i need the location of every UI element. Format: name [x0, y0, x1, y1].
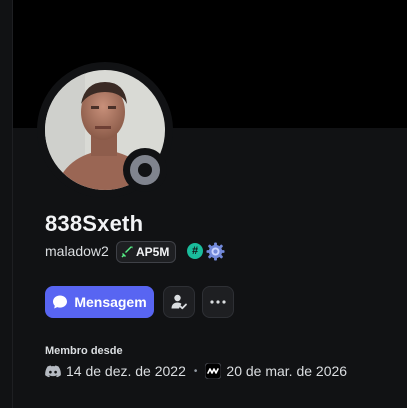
chat-bubble-icon	[52, 294, 68, 310]
server-member-date: 20 de mar. de 2026	[226, 363, 348, 379]
discord-logo-icon	[45, 365, 61, 378]
friend-action-button[interactable]	[163, 286, 195, 318]
hashtag-badge-icon[interactable]: #	[187, 243, 203, 259]
discord-member-date: 14 de dez. de 2022	[66, 363, 186, 379]
left-sidebar-strip	[0, 0, 13, 408]
message-button[interactable]: Mensagem	[45, 286, 154, 318]
message-button-label: Mensagem	[74, 294, 147, 310]
more-options-button[interactable]	[202, 286, 234, 318]
server-tag-label: AP5M	[136, 245, 170, 259]
avatar-container[interactable]	[37, 62, 173, 198]
gear-badge-icon[interactable]	[206, 242, 225, 261]
date-separator: •	[193, 365, 198, 377]
person-check-icon	[170, 293, 188, 311]
sword-icon	[121, 246, 133, 258]
member-since-heading: Membro desde	[45, 345, 123, 357]
server-icon	[205, 363, 222, 379]
username[interactable]: maladow2	[45, 243, 109, 259]
offline-status-icon	[130, 155, 160, 185]
member-since-row: 14 de dez. de 2022 • 20 de mar. de 2026	[45, 362, 347, 380]
server-tag-badge[interactable]: AP5M	[116, 241, 177, 263]
display-name: 838Sxeth	[45, 211, 144, 236]
ellipsis-icon	[210, 300, 226, 304]
status-indicator	[123, 148, 167, 192]
